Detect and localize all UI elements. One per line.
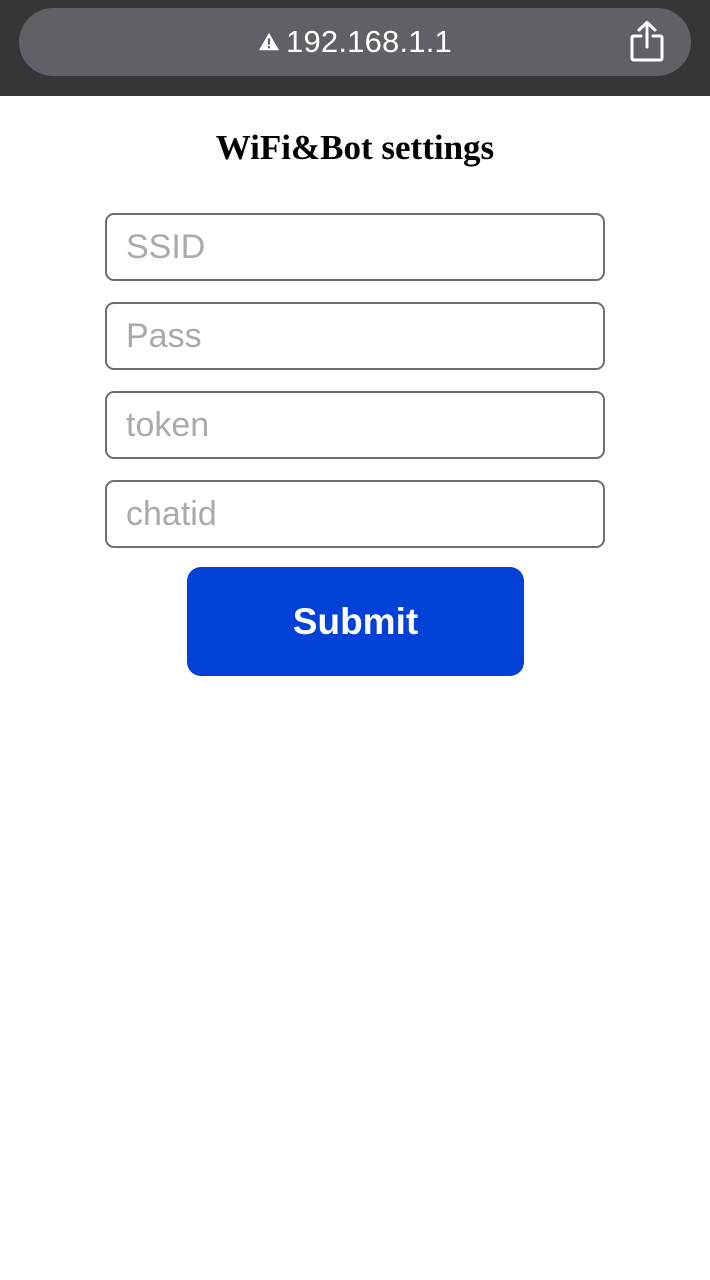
address-bar-content: 192.168.1.1 [19,8,691,76]
address-url[interactable]: 192.168.1.1 [286,24,452,60]
share-icon[interactable] [629,20,665,62]
token-input[interactable] [105,391,605,459]
pass-input[interactable] [105,302,605,370]
browser-toolbar: 192.168.1.1 [0,0,710,96]
page-title: WiFi&Bot settings [215,128,495,167]
chatid-input[interactable] [105,480,605,548]
submit-button[interactable]: Submit [187,567,524,676]
warning-triangle-icon [258,32,280,51]
address-bar[interactable]: 192.168.1.1 [19,8,691,76]
ssid-input[interactable] [105,213,605,281]
